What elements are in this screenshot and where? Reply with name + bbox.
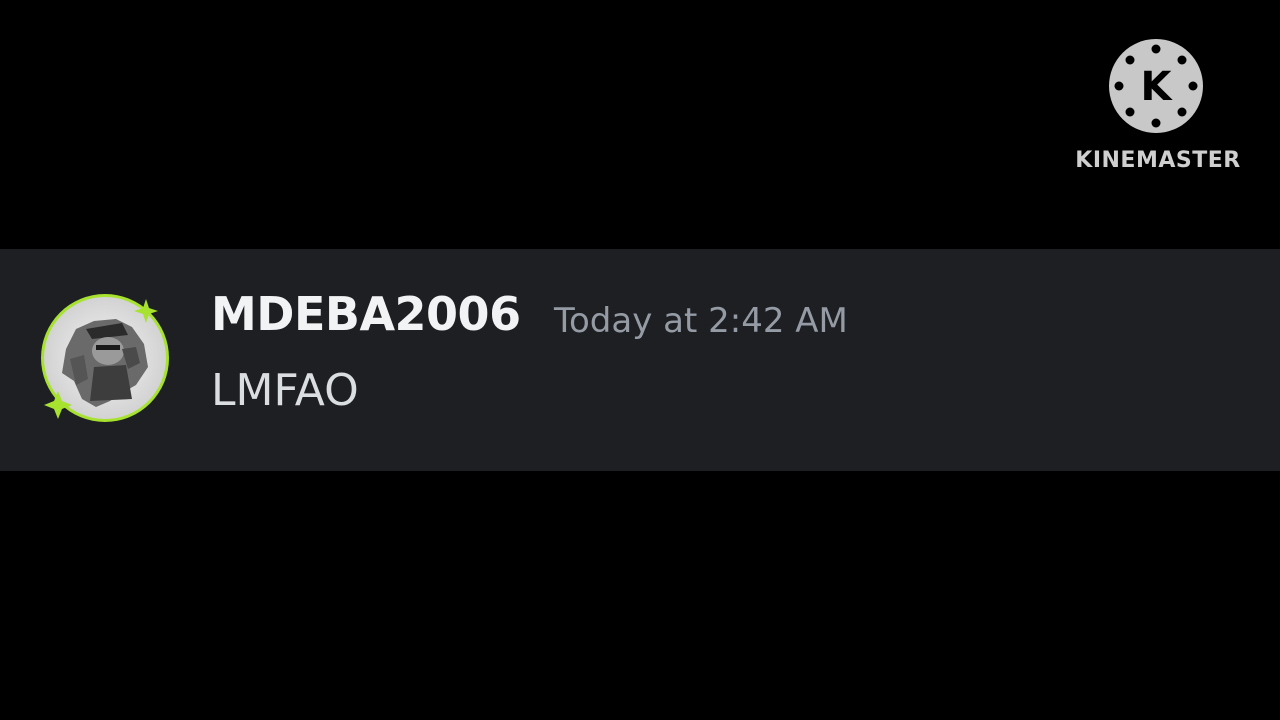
logo-letter: K [1141, 64, 1174, 110]
kinemaster-logo-icon: K [1108, 38, 1204, 134]
kinemaster-watermark: K KINEMASTER [1068, 38, 1248, 178]
chat-message[interactable]: MDEBA2006 Today at 2:42 AM LMFAO [0, 249, 1280, 471]
message-timestamp: Today at 2:42 AM [554, 301, 848, 341]
watermark-text: KINEMASTER [1075, 148, 1241, 173]
message-content: LMFAO [211, 365, 359, 416]
video-frame: K KINEMASTER MDEBA2006 Today at 2:42 AM … [0, 0, 1280, 720]
user-avatar-icon[interactable] [36, 289, 174, 427]
username[interactable]: MDEBA2006 [211, 287, 521, 341]
